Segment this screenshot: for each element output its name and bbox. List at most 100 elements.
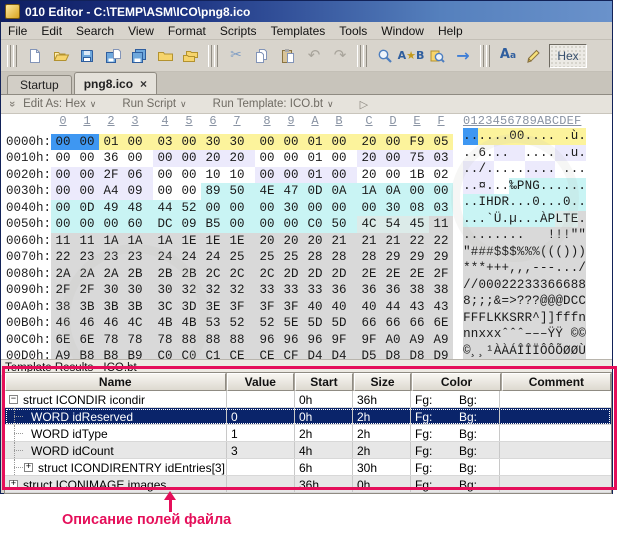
hex-ascii-char[interactable]: . [540, 194, 548, 211]
hex-byte[interactable]: C0 [153, 348, 177, 359]
hex-byte[interactable]: D8 [405, 348, 429, 359]
hex-ascii-char[interactable]: ¸ [471, 343, 479, 360]
hex-ascii-char[interactable]: ! [548, 227, 556, 244]
hex-ascii-char[interactable]: ( [555, 244, 563, 261]
column-header-value[interactable]: Value [227, 373, 295, 391]
hex-byte[interactable]: D5 [357, 348, 381, 359]
hex-ascii-char[interactable]: # [478, 244, 486, 261]
hex-ascii-char[interactable]: Ô [548, 343, 556, 360]
hex-ascii-char[interactable] [555, 145, 563, 162]
hex-ascii-char[interactable]: . [478, 227, 486, 244]
column-header-comment[interactable]: Comment [502, 373, 611, 391]
hex-ascii-char[interactable]: + [486, 260, 494, 277]
hex-ascii-char[interactable]: Ù [578, 343, 586, 360]
hex-ascii-char[interactable]: – [532, 326, 540, 343]
hex-ascii-char[interactable]: . [563, 161, 571, 178]
hex-ascii-char[interactable]: D [563, 293, 571, 310]
hex-ascii-char[interactable]: . [525, 161, 533, 178]
hex-byte[interactable]: A9 [51, 348, 75, 359]
hex-ascii-char[interactable]: . [555, 178, 563, 195]
menu-templates[interactable]: Templates [264, 23, 333, 39]
hex-ascii-char[interactable]: . [501, 161, 509, 178]
hex-ascii-char[interactable]: . [555, 194, 563, 211]
hex-byte[interactable]: CE [255, 348, 279, 359]
hex-ascii-char[interactable]: . [494, 128, 502, 145]
hex-ascii-char[interactable]: 8 [571, 277, 579, 294]
column-header-start[interactable]: Start [295, 373, 353, 391]
column-header-color[interactable]: Color [412, 373, 500, 391]
new-file-button[interactable] [23, 44, 47, 68]
hex-ascii-char[interactable]: ¹ [486, 343, 494, 360]
hex-ascii-char[interactable]: H [486, 194, 494, 211]
hex-ascii-char[interactable]: 2 [501, 277, 509, 294]
menu-tools[interactable]: Tools [332, 23, 374, 39]
hex-ascii-char[interactable]: I [478, 194, 486, 211]
hex-byte[interactable]: D4 [327, 348, 357, 359]
hex-ascii-char[interactable] [532, 227, 540, 244]
hex-ascii-char[interactable]: , [509, 260, 517, 277]
hex-ascii-char[interactable]: C [578, 293, 586, 310]
hex-ascii-char[interactable]: 0 [486, 277, 494, 294]
hex-ascii-char[interactable]: % [532, 244, 540, 261]
hex-ascii-char[interactable]: . [578, 145, 586, 162]
hex-ascii-char[interactable]: K [494, 310, 502, 327]
hex-ascii-char[interactable]: . [471, 128, 479, 145]
hex-ascii-char[interactable]: . [478, 128, 486, 145]
hex-ascii-char[interactable]: n [471, 326, 479, 343]
hex-ascii-char[interactable]: ‰ [509, 178, 517, 195]
hex-byte[interactable]: CE [225, 348, 255, 359]
expand-expander-icon[interactable]: + [9, 480, 18, 489]
folders-button[interactable] [179, 44, 203, 68]
hex-ascii-char[interactable]: Õ [555, 343, 563, 360]
hex-ascii-char[interactable]: + [501, 260, 509, 277]
hex-ascii-char[interactable]: K [501, 310, 509, 327]
hex-ascii-char[interactable]: / [478, 161, 486, 178]
hex-ascii-char[interactable]: G [532, 178, 540, 195]
hex-ascii-char[interactable] [509, 145, 517, 162]
hex-ascii-char[interactable]: L [486, 310, 494, 327]
hex-ascii-char[interactable]: ) [563, 244, 571, 261]
hex-ascii-char[interactable]: . [486, 161, 494, 178]
hex-ascii-char[interactable]: ˆ [517, 326, 525, 343]
hex-ascii-char[interactable]: R [501, 194, 509, 211]
hex-ascii-char[interactable]: @ [540, 293, 548, 310]
hex-ascii-char[interactable]: . [501, 145, 509, 162]
hex-ascii-char[interactable]: . [571, 260, 579, 277]
menu-scripts[interactable]: Scripts [213, 23, 264, 39]
hex-ascii-char[interactable]: . [563, 145, 571, 162]
hex-ascii-char[interactable]: . [540, 161, 548, 178]
hex-ascii-char[interactable]: , [517, 260, 525, 277]
hex-ascii-char[interactable]: . [501, 211, 509, 228]
hex-ascii-char[interactable]: 3 [525, 277, 533, 294]
hex-ascii-char[interactable]: % [525, 244, 533, 261]
column-header-name[interactable]: Name [5, 373, 226, 391]
menu-view[interactable]: View [121, 23, 161, 39]
hex-ascii-char[interactable]: ( [548, 244, 556, 261]
hex-ascii-char[interactable]: . [548, 128, 556, 145]
hex-ascii-char[interactable]: . [509, 161, 517, 178]
hex-ascii-char[interactable]: 0 [494, 277, 502, 294]
hex-ascii-char[interactable]: ù [571, 128, 579, 145]
hex-ascii-char[interactable]: . [478, 211, 486, 228]
hex-ascii-char[interactable]: ˆ [501, 326, 509, 343]
save-all-button[interactable] [127, 44, 151, 68]
hex-ascii-char[interactable]: ; [486, 293, 494, 310]
redo-button[interactable]: ↷ [328, 44, 352, 68]
menu-file[interactable]: File [1, 23, 34, 39]
hex-ascii-char[interactable]: ) [578, 244, 586, 261]
hex-ascii-char[interactable]: ? [525, 293, 533, 310]
hex-ascii-char[interactable] [563, 326, 571, 343]
hex-ascii-char[interactable]: . [532, 211, 540, 228]
paste-button[interactable] [276, 44, 300, 68]
save-file-button[interactable] [75, 44, 99, 68]
expand-expander-icon[interactable]: + [24, 463, 33, 472]
hex-ascii-char[interactable]: f [563, 310, 571, 327]
hex-ascii-char[interactable]: S [509, 310, 517, 327]
template-row[interactable]: −struct ICONDIR icondir0h36hFg:Bg: [5, 391, 611, 408]
hex-ascii-char[interactable]: 6 [548, 277, 556, 294]
hex-ascii-char[interactable]: ! [563, 227, 571, 244]
hex-ascii-char[interactable]: f [571, 310, 579, 327]
hex-ascii-char[interactable]: " [571, 227, 579, 244]
edit-as-dropdown[interactable]: Edit As: Hex∨ [23, 98, 96, 110]
tab-png8ico[interactable]: png8.ico × [74, 72, 157, 94]
